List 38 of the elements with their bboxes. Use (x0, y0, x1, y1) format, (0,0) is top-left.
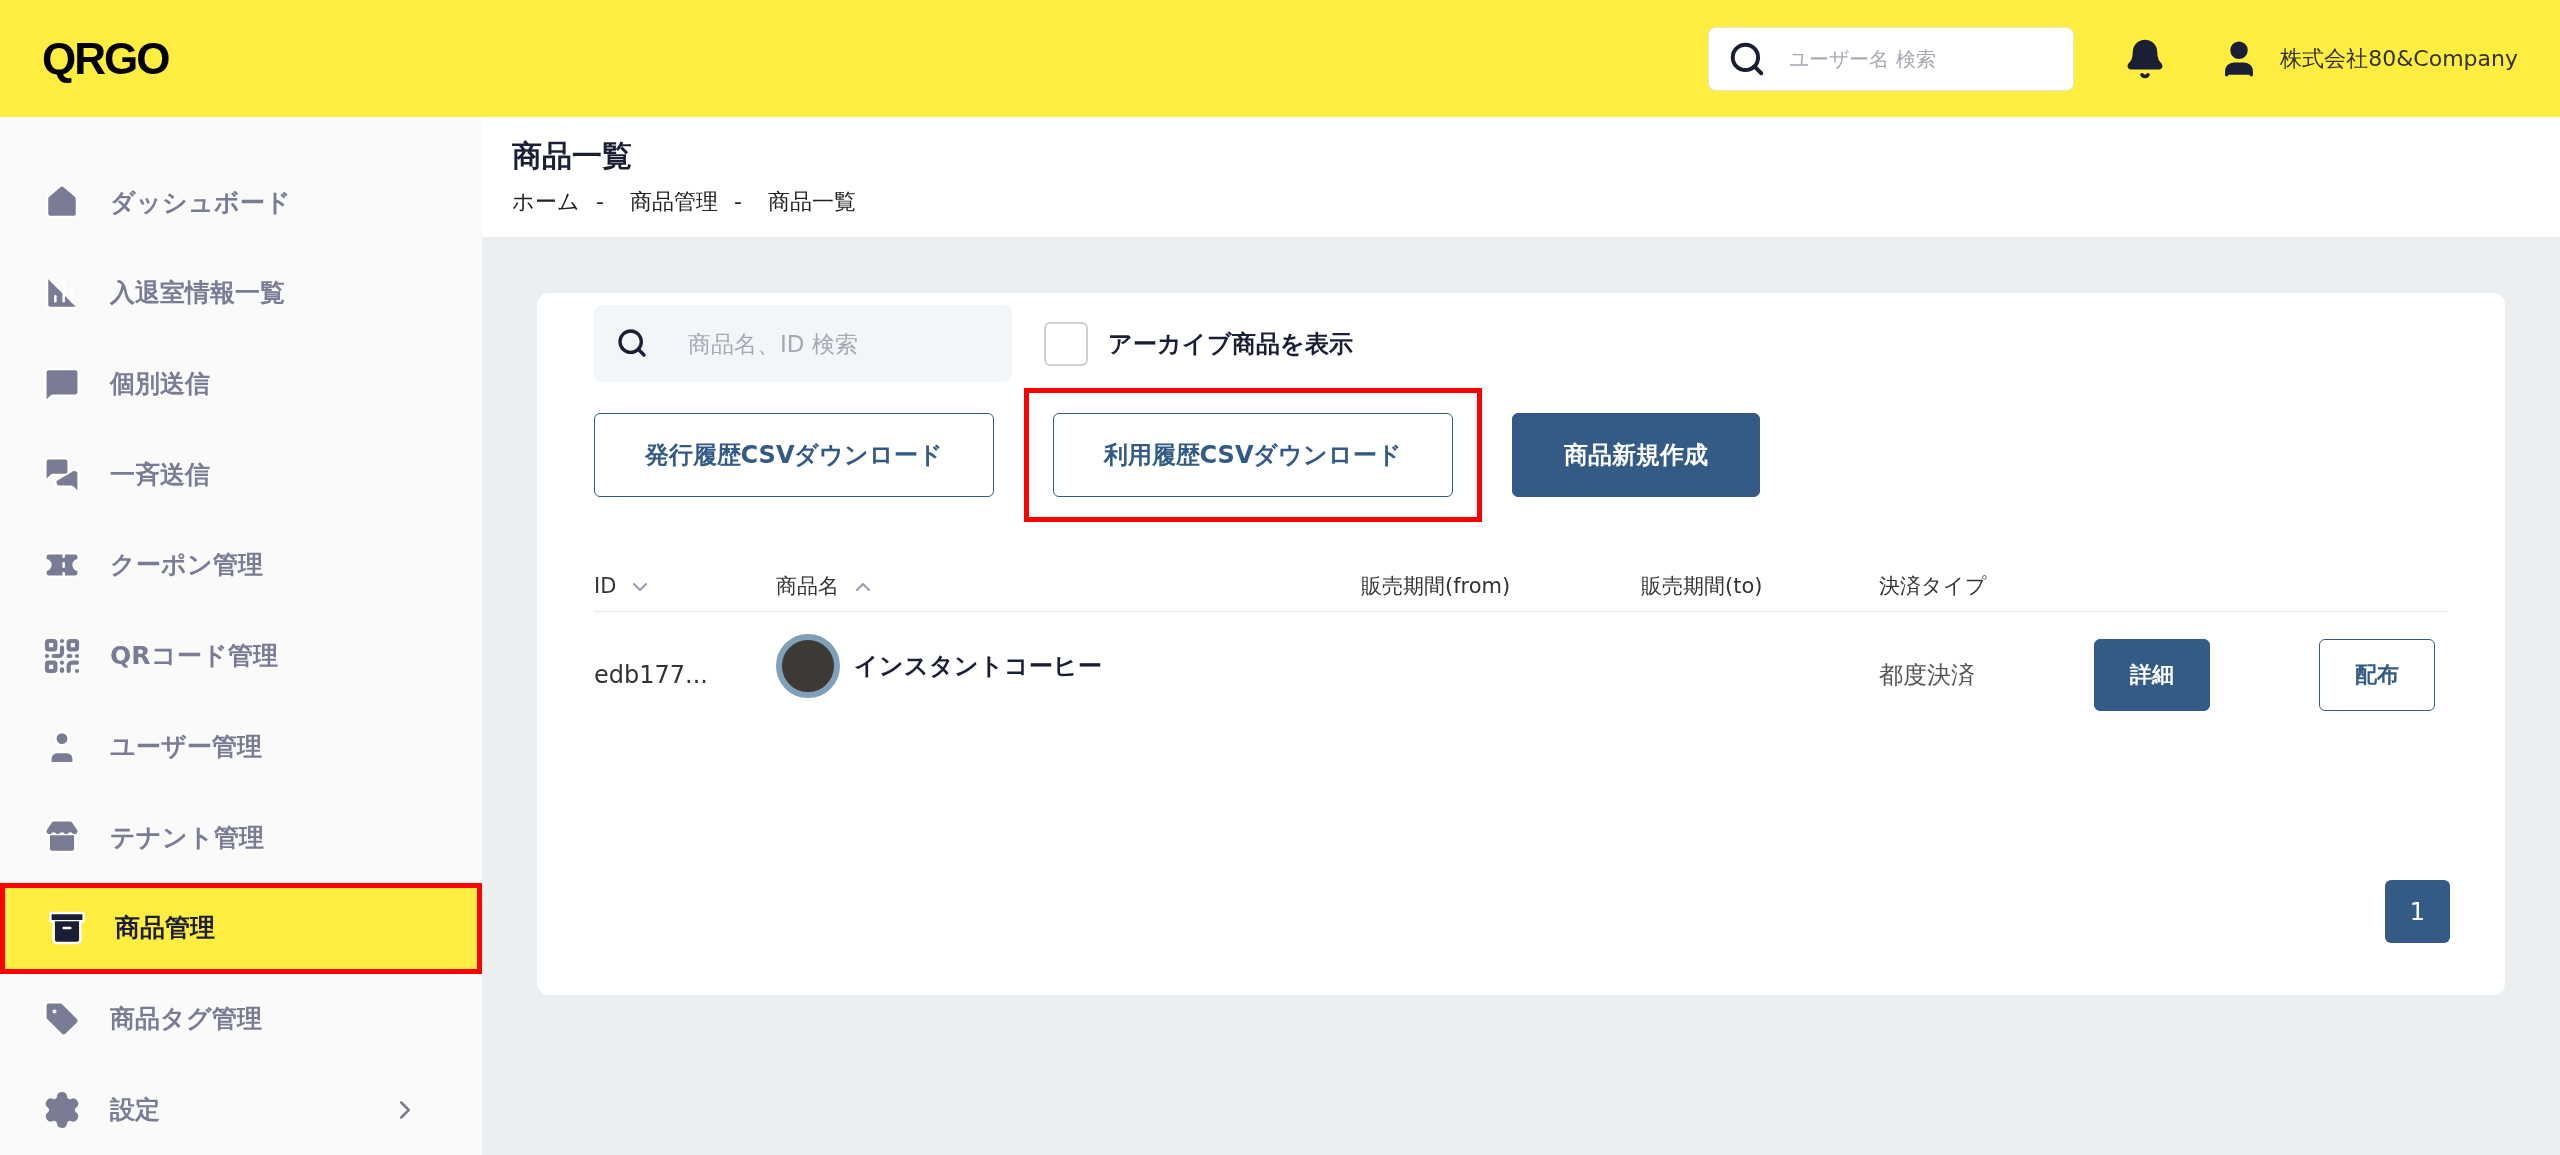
outline-button[interactable]: 発行履歴CSVダウンロード (594, 413, 994, 497)
user-search-field[interactable]: ユーザー名 検索 (1708, 26, 2075, 91)
sidebar-item[interactable]: クーポン管理 (0, 519, 482, 611)
breadcrumb-link[interactable]: ホーム (512, 185, 580, 218)
sidebar-item[interactable]: QRコード管理 (0, 610, 482, 702)
primary-button[interactable]: 商品新規作成 (1512, 413, 1760, 497)
page-button[interactable]: 1 (2385, 880, 2450, 943)
column-header[interactable]: 販売期間(from) (1361, 570, 1511, 603)
page-title: 商品一覧 (512, 137, 633, 175)
archive-checkbox-label[interactable]: アーカイブ商品を表示 (1108, 325, 1353, 362)
outline-button[interactable]: 利用履歴CSVダウンロード (1053, 413, 1453, 497)
product-name[interactable]: インスタントコーヒー (854, 648, 1102, 684)
sidebar-item[interactable]: 個別送信 (0, 338, 482, 430)
outline-button[interactable]: 配布 (2319, 638, 2435, 711)
breadcrumb-link[interactable]: 商品管理 (629, 185, 718, 218)
sidebar-item[interactable]: 商品タグ管理 (0, 973, 482, 1065)
column-header[interactable]: 商品名 (776, 570, 875, 603)
archive-checkbox[interactable] (1044, 321, 1088, 366)
sidebar-item[interactable]: 設定 (0, 1064, 482, 1155)
sidebar-item[interactable]: 一斉送信 (0, 429, 482, 520)
column-header[interactable]: 決済タイプ (1879, 570, 1987, 603)
product-search-field[interactable]: 商品名、ID 検索 (594, 305, 1012, 382)
breadcrumb-separator: - (733, 188, 742, 216)
primary-button[interactable]: 詳細 (2094, 638, 2210, 711)
column-header[interactable]: ID (594, 570, 653, 603)
account-name[interactable]: 株式会社80&Company (2280, 42, 2518, 75)
breadcrumb-separator: - (596, 188, 604, 216)
sidebar-item[interactable]: テナント管理 (0, 792, 482, 883)
sidebar-item[interactable]: ダッシュボード (0, 157, 482, 248)
column-header[interactable]: 販売期間(to) (1641, 570, 1763, 603)
search-icon (616, 327, 648, 359)
payment-type-cell-text: 都度決済 (1879, 659, 1976, 691)
sidebar-item[interactable]: 商品管理 (0, 882, 482, 974)
sidebar-item[interactable]: 入退室情報一覧 (0, 247, 482, 339)
logo[interactable]: QRGO (42, 25, 169, 92)
sidebar-item[interactable]: ユーザー管理 (0, 701, 482, 793)
breadcrumb-link[interactable]: 商品一覧 (767, 185, 856, 218)
id-cell-text: edb177... (594, 659, 709, 691)
